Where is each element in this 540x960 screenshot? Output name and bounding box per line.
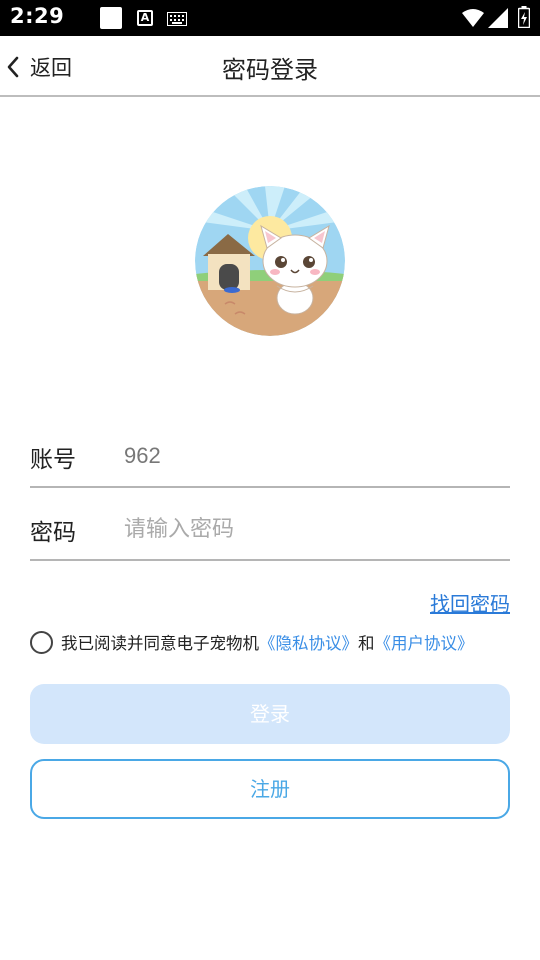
password-row: 密码 bbox=[30, 501, 510, 561]
agreement-row: 我已阅读并同意电子宠物机 《隐私协议》 和 《用户协议》 bbox=[30, 628, 474, 656]
agreement-and-text: 和 bbox=[358, 634, 375, 653]
nav-bar: 返回 密码登录 bbox=[0, 36, 540, 97]
register-button[interactable]: 注册 bbox=[30, 759, 510, 819]
password-label: 密码 bbox=[30, 520, 76, 546]
battery-icon bbox=[517, 6, 531, 32]
status-time: 2:29 bbox=[10, 4, 65, 28]
notification-square-icon bbox=[100, 7, 122, 29]
keyboard-icon bbox=[167, 11, 187, 30]
page-title: 密码登录 bbox=[222, 56, 318, 84]
login-button[interactable]: 登录 bbox=[30, 684, 510, 744]
account-label: 账号 bbox=[30, 447, 76, 473]
a-icon: A bbox=[137, 10, 153, 26]
user-agreement-link[interactable]: 《用户协议》 bbox=[375, 630, 474, 654]
agreement-text: 我已阅读并同意电子宠物机 bbox=[61, 634, 259, 653]
agreement-radio[interactable] bbox=[30, 630, 53, 654]
signal-icon bbox=[488, 8, 508, 32]
privacy-policy-link[interactable]: 《隐私协议》 bbox=[259, 630, 358, 654]
avatar bbox=[195, 186, 345, 336]
wifi-icon bbox=[462, 8, 484, 32]
account-input[interactable] bbox=[124, 436, 504, 476]
status-bar: 2:29 A bbox=[0, 0, 540, 36]
account-row: 账号 bbox=[30, 428, 510, 488]
forgot-password-link[interactable]: 找回密码 bbox=[430, 588, 510, 617]
password-input[interactable] bbox=[124, 509, 504, 549]
